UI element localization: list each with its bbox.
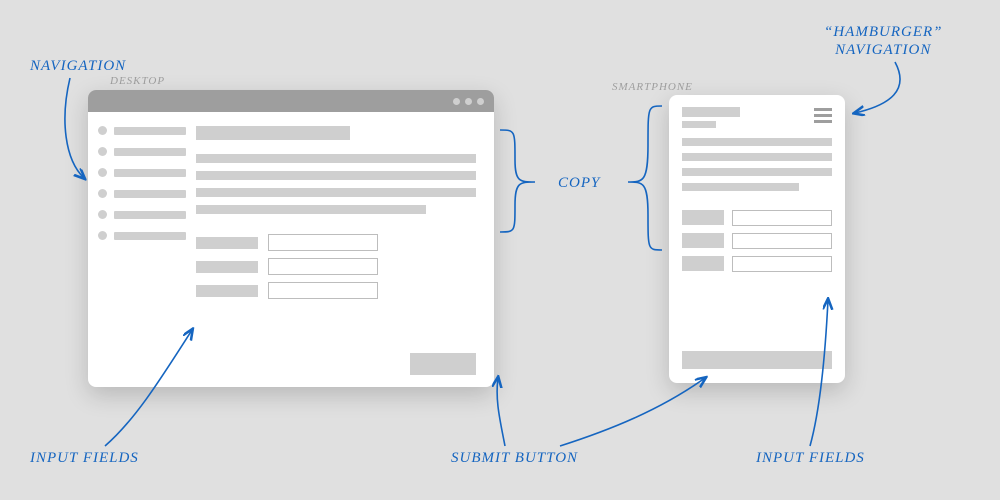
form-row	[682, 256, 832, 272]
annotation-hamburger: “HAMBURGER”NAVIGATION	[824, 23, 943, 59]
annotation-input-fields-left: INPUT FIELDS	[30, 450, 139, 467]
form-label-placeholder	[682, 210, 724, 225]
copy-line	[196, 188, 476, 197]
form-row	[196, 234, 476, 251]
nav-item	[98, 147, 186, 156]
nav-item	[98, 210, 186, 219]
form-input-placeholder	[268, 258, 378, 275]
window-control-dot	[465, 98, 472, 105]
form-label-placeholder	[196, 285, 258, 297]
form-label-placeholder	[196, 237, 258, 249]
form-label-placeholder	[682, 233, 724, 248]
annotation-navigation: NAVIGATION	[30, 58, 126, 75]
desktop-main	[196, 112, 494, 387]
nav-item	[98, 126, 186, 135]
label-desktop: DESKTOP	[110, 75, 165, 87]
form-input-placeholder	[268, 282, 378, 299]
label-smartphone: SMARTPHONE	[612, 81, 693, 93]
nav-item	[98, 168, 186, 177]
form-row	[196, 282, 476, 299]
form-row	[196, 258, 476, 275]
copy-line	[682, 138, 832, 146]
copy-line	[682, 168, 832, 176]
copy-line	[196, 154, 476, 163]
heading-placeholder	[196, 126, 350, 140]
copy-line	[196, 205, 426, 214]
form-input-placeholder	[732, 233, 832, 249]
smartphone-wireframe	[669, 95, 845, 383]
submit-button-placeholder	[410, 353, 476, 375]
copy-line	[682, 153, 832, 161]
copy-line	[196, 171, 476, 180]
form-input-placeholder	[268, 234, 378, 251]
annotation-submit-button: SUBMIT BUTTON	[451, 450, 578, 467]
desktop-titlebar	[88, 90, 494, 112]
form-input-placeholder	[732, 210, 832, 226]
form-input-placeholder	[732, 256, 832, 272]
nav-item	[98, 189, 186, 198]
window-control-dot	[453, 98, 460, 105]
window-control-dot	[477, 98, 484, 105]
submit-button-placeholder	[682, 351, 832, 369]
nav-item	[98, 231, 186, 240]
desktop-sidebar-nav	[88, 112, 196, 387]
hamburger-icon	[814, 107, 832, 123]
form-row	[682, 233, 832, 249]
form-row	[682, 210, 832, 226]
form-label-placeholder	[682, 256, 724, 271]
phone-logo-placeholder	[682, 107, 740, 128]
form-label-placeholder	[196, 261, 258, 273]
annotation-copy: COPY	[558, 175, 600, 192]
annotation-input-fields-right: INPUT FIELDS	[756, 450, 865, 467]
copy-line	[682, 183, 799, 191]
desktop-wireframe	[88, 90, 494, 387]
